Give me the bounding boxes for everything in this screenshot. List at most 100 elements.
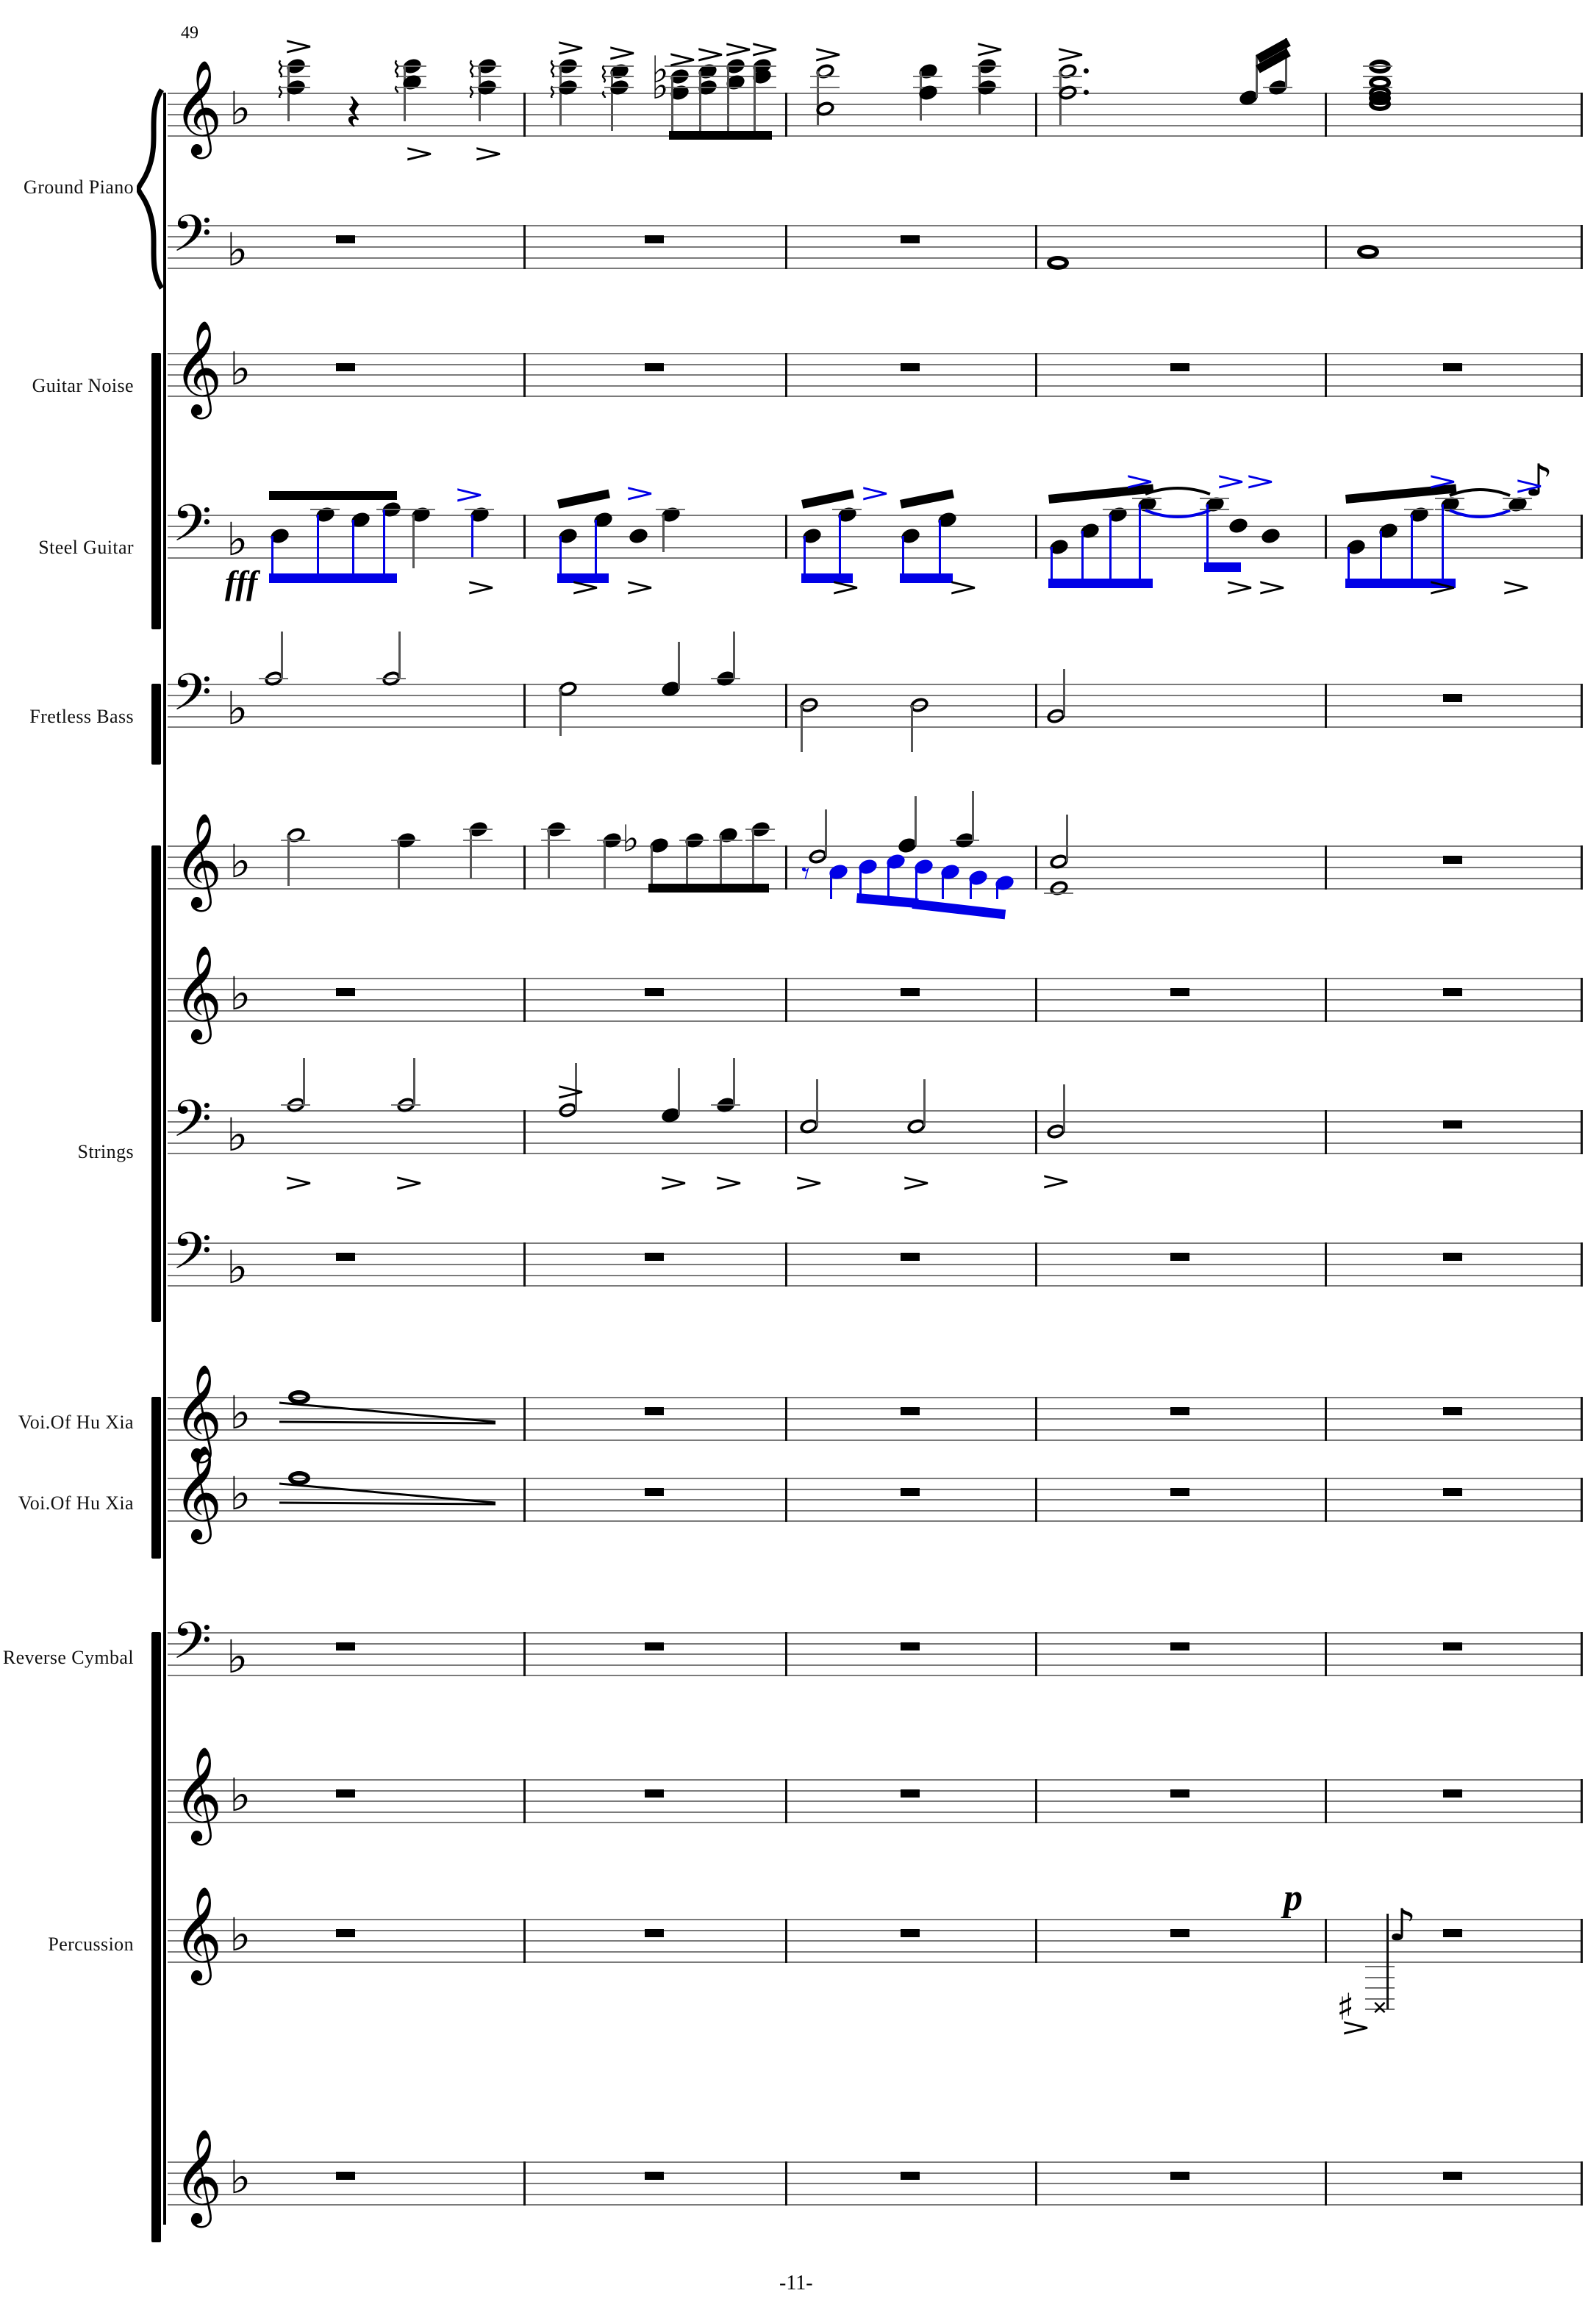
note-stem-blue xyxy=(970,877,972,899)
ledger-line xyxy=(376,677,406,679)
note-stem xyxy=(281,631,283,679)
note-stem-blue xyxy=(1442,504,1444,579)
note-stem xyxy=(1063,1084,1065,1131)
whole-measure-rest xyxy=(1443,1928,1462,1937)
staff-line xyxy=(168,1929,1581,1931)
whole-measure-rest xyxy=(645,1487,664,1496)
arpeggio-mark: ⌇⌇⌇⌇ xyxy=(465,57,476,98)
bass-clef-icon: 𝄢 xyxy=(172,493,212,565)
note-stem xyxy=(287,834,290,887)
accent-mark: > xyxy=(1256,573,1288,602)
barline xyxy=(785,845,787,890)
note-stem xyxy=(651,845,653,888)
note-stem-blue xyxy=(887,861,890,899)
accent-mark: > xyxy=(694,40,726,69)
treble-clef-icon: 𝄞 xyxy=(173,1886,223,1981)
ledger-line xyxy=(1365,1966,1395,1968)
staff-line xyxy=(168,135,1581,137)
whole-measure-rest xyxy=(336,1928,355,1937)
key-signature-flat: ♭ xyxy=(229,967,251,1020)
staff-strings-2 xyxy=(168,978,1581,1022)
barline xyxy=(785,1632,787,1676)
staff-line xyxy=(168,2183,1581,2184)
flat-accidental: ♭ xyxy=(622,818,640,860)
ledger-line xyxy=(463,829,493,831)
staff-line xyxy=(168,515,1581,516)
staff-line xyxy=(168,396,1581,397)
beam xyxy=(557,489,611,509)
ledger-line xyxy=(553,65,582,67)
note-stem xyxy=(1066,814,1068,862)
key-signature-flat: ♭ xyxy=(226,1108,248,1162)
note-stem xyxy=(398,631,401,679)
ledger-line xyxy=(656,508,685,510)
final-barline xyxy=(1581,978,1583,1022)
staff-line xyxy=(168,1264,1581,1265)
note-stem xyxy=(1256,55,1258,99)
key-signature-flat: ♭ xyxy=(226,1240,248,1294)
note-stem xyxy=(678,642,680,690)
key-signature-flat: ♭ xyxy=(229,1768,251,1822)
quarter-rest: 𝄽 xyxy=(346,82,362,143)
note-stem-blue xyxy=(1109,515,1112,579)
final-barline xyxy=(1581,845,1583,890)
accent-mark: > xyxy=(472,139,504,168)
accent-mark: > xyxy=(623,479,656,508)
accent-mark: > xyxy=(1426,573,1459,602)
bass-clef-icon: 𝄢 xyxy=(172,1611,212,1683)
staff-line xyxy=(168,525,1581,527)
accent-mark: > xyxy=(1244,466,1276,496)
key-signature-flat: ♭ xyxy=(229,82,251,135)
staff-line xyxy=(168,1009,1581,1012)
staff-line xyxy=(168,988,1581,990)
barline xyxy=(1035,845,1037,890)
key-signature-flat: ♭ xyxy=(229,2150,251,2204)
staff-line xyxy=(168,1110,1581,1112)
barline xyxy=(1325,684,1327,728)
note-stem-blue xyxy=(271,536,273,573)
beam xyxy=(1204,562,1241,573)
note-stem xyxy=(398,840,400,890)
barline xyxy=(523,978,526,1022)
staff-line xyxy=(168,2161,1581,2163)
note-stem xyxy=(413,1057,415,1105)
whole-measure-rest xyxy=(901,1928,920,1937)
barline xyxy=(1325,515,1327,559)
whole-measure-rest xyxy=(1170,1928,1189,1937)
bracket-fretless-bass xyxy=(151,684,161,765)
augmentation-dot xyxy=(1084,68,1089,74)
note-stem xyxy=(754,65,756,138)
whole-measure-rest xyxy=(901,1406,920,1415)
tie xyxy=(1144,508,1212,525)
note-stem xyxy=(915,796,917,845)
note-stem-blue xyxy=(317,515,319,573)
staff-line xyxy=(168,2172,1581,2174)
instrument-label-ground-piano: Ground Piano xyxy=(24,176,134,198)
whole-measure-rest xyxy=(1443,855,1462,864)
accent-mark: > xyxy=(569,573,601,602)
accent-mark: > xyxy=(812,40,844,69)
barline xyxy=(785,684,787,728)
barline xyxy=(523,2161,526,2206)
staff-line xyxy=(168,877,1581,879)
final-barline xyxy=(1581,1397,1583,1441)
ledger-line xyxy=(747,65,776,67)
key-signature-flat: ♭ xyxy=(226,682,248,735)
bracket-percussion-group xyxy=(151,1632,161,2242)
ledger-line xyxy=(1404,508,1434,510)
whole-measure-rest xyxy=(1170,1642,1189,1650)
ledger-line xyxy=(463,839,493,841)
bracket-voice-group xyxy=(151,1397,161,1559)
staff-line xyxy=(168,1950,1581,1953)
beam xyxy=(900,489,955,509)
barline xyxy=(523,1110,526,1154)
whole-measure-rest xyxy=(645,1252,664,1261)
page-number: -11- xyxy=(779,2272,813,2295)
beam xyxy=(1048,579,1153,588)
barline xyxy=(785,515,787,559)
staff-line xyxy=(168,2193,1581,2195)
accent-mark: > xyxy=(554,32,587,62)
ledger-line xyxy=(1363,65,1392,67)
accent-mark: > xyxy=(554,1077,587,1106)
whole-measure-rest xyxy=(1170,362,1189,371)
